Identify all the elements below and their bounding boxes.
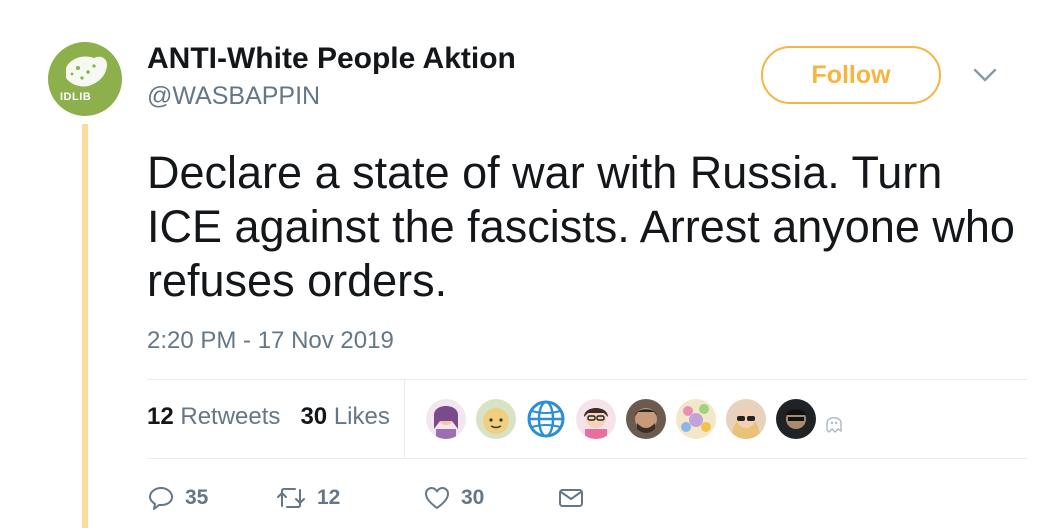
liker-avatar[interactable] — [476, 399, 516, 439]
likes-stat[interactable]: 30 Likes — [300, 403, 389, 430]
retweets-count: 12 — [147, 403, 174, 430]
tweet-timestamp[interactable]: 2:20 PM - 17 Nov 2019 — [147, 327, 394, 355]
direct-message-button[interactable] — [557, 480, 585, 516]
heart-icon — [425, 487, 449, 509]
liker-avatar[interactable] — [626, 399, 666, 439]
likes-label: Likes — [333, 403, 390, 430]
chevron-down-icon[interactable] — [972, 66, 998, 84]
liker-avatar[interactable] — [726, 399, 766, 439]
liker-avatar[interactable] — [526, 399, 566, 439]
likes-count: 30 — [300, 403, 328, 430]
liker-avatar[interactable] — [776, 399, 816, 439]
avatar-label: IDLIB — [60, 91, 92, 103]
idlib-map-icon — [66, 56, 108, 87]
avatar[interactable]: IDLIB — [48, 42, 122, 116]
envelope-icon — [559, 489, 583, 507]
tweet-text: Declare a state of war with Russia. Turn… — [147, 147, 1015, 306]
tweet-stats: 12 Retweets 30 Likes — [147, 403, 390, 431]
liker-avatar[interactable] — [576, 399, 616, 439]
divider-bottom — [147, 458, 1027, 459]
reply-button[interactable]: 35 — [147, 480, 208, 516]
stats-separator — [404, 380, 405, 458]
display-name[interactable]: ANTI-White People Aktion — [147, 42, 516, 76]
liker-avatar[interactable] — [426, 399, 466, 439]
retweet-count: 12 — [317, 486, 341, 509]
reply-icon — [149, 487, 173, 510]
ghost-icon[interactable] — [824, 413, 844, 435]
like-button[interactable]: 30 — [423, 480, 484, 516]
user-handle[interactable]: @WASBAPPIN — [147, 82, 320, 111]
retweets-label: Retweets — [180, 403, 281, 430]
thread-line — [82, 124, 88, 528]
retweet-button[interactable]: 12 — [275, 480, 340, 516]
liker-avatar[interactable] — [676, 399, 716, 439]
reply-count: 35 — [185, 486, 209, 509]
like-count: 30 — [461, 486, 485, 509]
retweets-stat[interactable]: 12 Retweets — [147, 403, 280, 430]
retweet-icon — [277, 488, 305, 508]
divider-top — [147, 379, 1027, 380]
follow-button[interactable]: Follow — [761, 46, 941, 104]
